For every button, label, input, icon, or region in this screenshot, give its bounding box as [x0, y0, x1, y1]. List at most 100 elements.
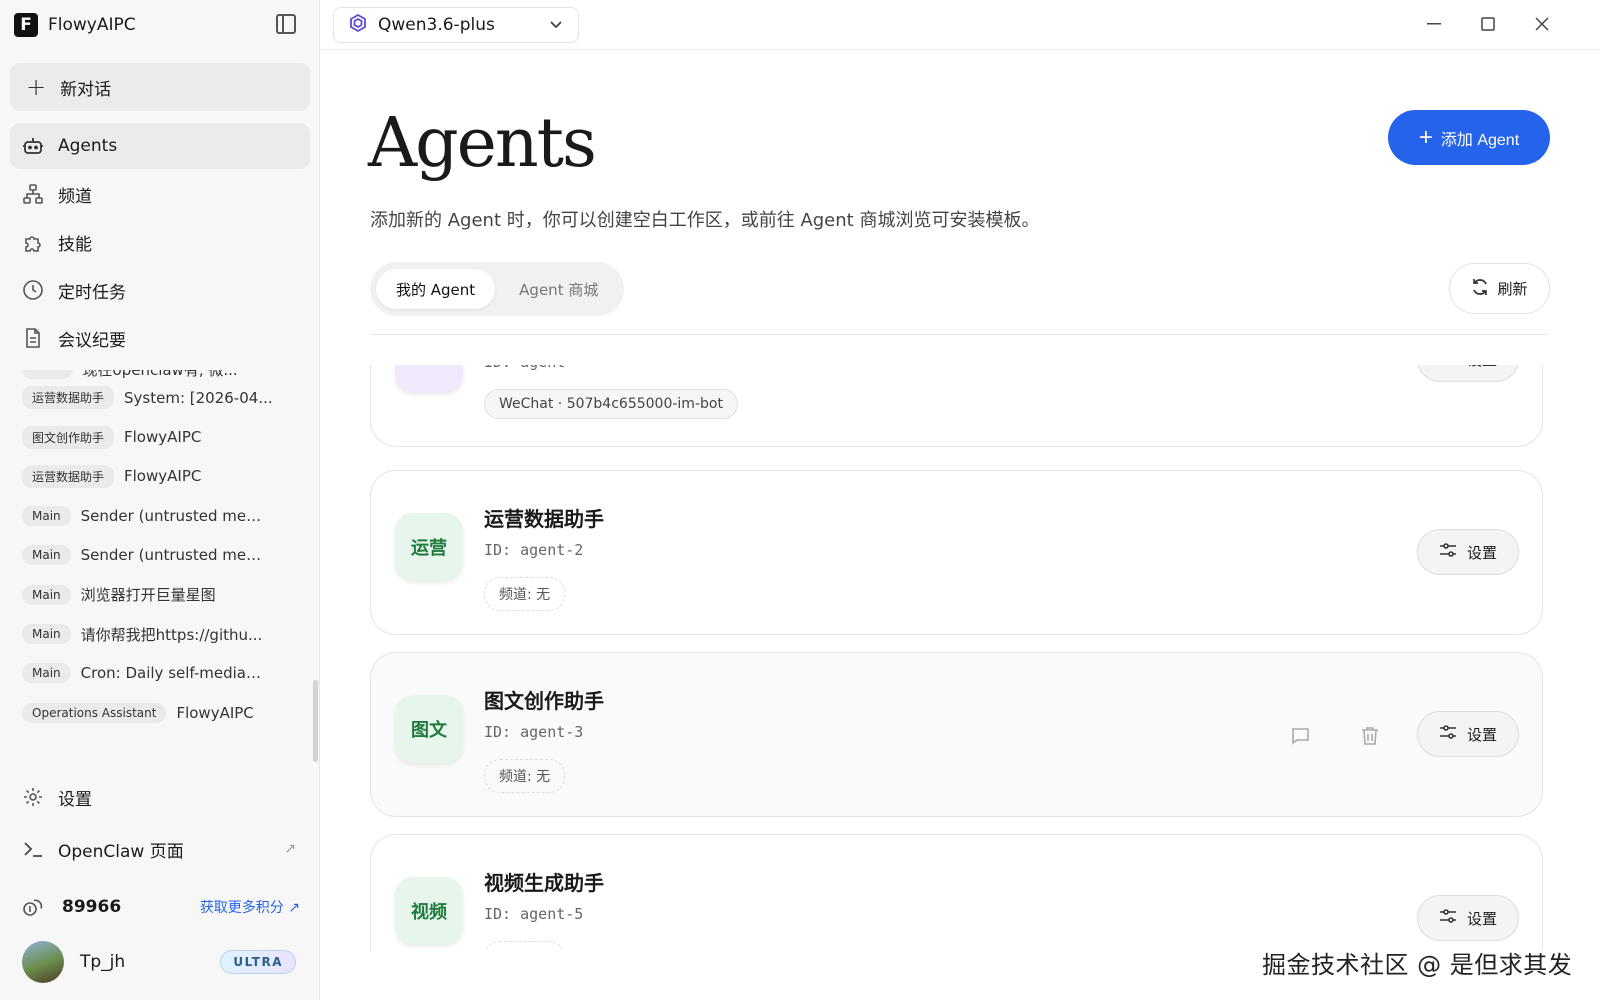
sidebar-item-agents[interactable]: Agents	[10, 123, 310, 169]
agent-tag: Main	[22, 584, 71, 605]
agent-list: ID: agent WeChat · 507b4c655000-im-bot 设…	[370, 365, 1550, 950]
chat-title: 请你帮我把https://githu...	[80, 625, 263, 644]
close-icon[interactable]	[1530, 12, 1554, 36]
agent-tag: 运营数据助手	[22, 464, 115, 488]
chat-icon[interactable]	[1289, 725, 1311, 747]
sidebar-item-label: Agents	[58, 136, 118, 156]
agent-id: ID: agent-3	[484, 723, 584, 741]
credits-balance: 89966	[62, 897, 122, 917]
app-name: FlowyAIPC	[48, 15, 136, 35]
agent-tag: 图文创作助手	[22, 425, 115, 449]
chat-title: 现在openclaw有, 微...	[83, 370, 238, 380]
list-item[interactable]: Main 浏览器打开巨量星图	[10, 575, 310, 614]
history-scrollbar[interactable]	[313, 680, 318, 762]
new-chat-label: 新对话	[60, 79, 112, 100]
avatar	[22, 941, 64, 983]
list-item[interactable]: 图文创作助手 FlowyAIPC	[10, 417, 310, 456]
list-item[interactable]: 运营数据助手 FlowyAIPC	[10, 457, 310, 496]
top-bar: Qwen3.6-plus	[320, 0, 1600, 50]
list-item[interactable]: 现在openclaw有, 微...	[10, 370, 310, 380]
plan-badge: ULTRA	[220, 950, 296, 974]
agent-settings-button[interactable]: 设置	[1417, 711, 1519, 757]
agent-avatar: 图文	[395, 695, 463, 763]
collapse-sidebar-icon[interactable]	[276, 14, 296, 34]
agent-settings-button[interactable]: 设置	[1417, 895, 1519, 941]
tab-my-agents[interactable]: 我的 Agent	[376, 269, 496, 309]
agent-card[interactable]: 视频 视频生成助手 ID: agent-5 设置	[370, 834, 1543, 950]
agent-card[interactable]: 运营 运营数据助手 ID: agent-2 频道: 无 设置	[370, 470, 1543, 635]
agent-id: ID: agent-5	[484, 905, 584, 923]
document-icon	[22, 327, 44, 349]
model-selector[interactable]: Qwen3.6-plus	[333, 7, 579, 43]
sidebar-item-openclaw[interactable]: OpenClaw 页面 ↗	[10, 824, 310, 874]
agent-tabs: 我的 Agent Agent 商城	[370, 262, 625, 316]
agent-tag: Main	[22, 663, 71, 684]
chat-title: FlowyAIPC	[124, 467, 202, 486]
chat-title: FlowyAIPC	[176, 703, 254, 722]
list-item[interactable]: Operations Assistant FlowyAIPC	[10, 693, 310, 732]
get-more-credits-link[interactable]: 获取更多积分 ↗	[200, 897, 300, 917]
agent-card[interactable]: 图文 图文创作助手 ID: agent-3 频道: 无 设置	[370, 652, 1543, 817]
agent-avatar: 视频	[395, 877, 463, 945]
trash-icon[interactable]	[1359, 725, 1381, 747]
sidebar-item-scheduled-tasks[interactable]: 定时任务	[10, 267, 310, 313]
plus-icon: +	[26, 73, 47, 101]
refresh-button[interactable]: 刷新	[1449, 263, 1550, 314]
sidebar-item-label: 定时任务	[58, 282, 126, 303]
sidebar-item-skills[interactable]: 技能	[10, 219, 310, 265]
page-title: Agents	[368, 104, 597, 183]
agent-name: 运营数据助手	[484, 507, 604, 531]
chat-title: Sender (untrusted meta...	[80, 506, 266, 525]
settings-label: 设置	[1467, 365, 1497, 370]
chat-title: Cron: Daily self-media d...	[80, 664, 266, 683]
add-agent-label: 添加 Agent	[1440, 131, 1520, 149]
sidebar-nav: Agents 频道 技能 定时任务 会议纪要	[10, 123, 310, 363]
list-item[interactable]: Main 请你帮我把https://githu...	[10, 614, 310, 653]
credits-row: 89966 获取更多积分 ↗	[22, 892, 310, 922]
agent-tag: 运营数据助手	[22, 386, 115, 410]
chat-title: 浏览器打开巨量星图	[80, 586, 216, 605]
agent-avatar	[395, 365, 463, 393]
chat-title: FlowyAIPC	[124, 428, 202, 447]
sliders-icon	[1439, 542, 1457, 562]
tab-agent-store[interactable]: Agent 商城	[499, 269, 618, 309]
settings-label: 设置	[1466, 909, 1497, 928]
list-item[interactable]: Main Sender (untrusted meta...	[10, 496, 310, 535]
sidebar-item-label: 设置	[58, 789, 92, 810]
sidebar-item-meeting-notes[interactable]: 会议纪要	[10, 315, 310, 361]
agent-settings-button[interactable]: 设置	[1417, 529, 1519, 575]
new-chat-button[interactable]: + 新对话	[10, 63, 310, 111]
agent-id: ID: agent	[484, 365, 565, 371]
user-profile[interactable]: Tp_jh ULTRA	[22, 940, 310, 984]
model-name: Qwen3.6-plus	[378, 15, 495, 35]
agent-tag: Operations Assistant	[22, 702, 167, 723]
puzzle-icon	[22, 231, 44, 253]
sidebar-item-label: 频道	[58, 186, 92, 207]
add-agent-button[interactable]: + 添加 Agent	[1388, 110, 1550, 165]
sidebar-item-label: 会议纪要	[58, 330, 126, 351]
chat-history-list: 现在openclaw有, 微... 运营数据助手 System: [2026-0…	[10, 370, 310, 750]
agent-tag: Main	[22, 545, 71, 566]
settings-label: 设置	[1466, 725, 1497, 744]
sidebar-item-settings[interactable]: 设置	[10, 772, 310, 822]
clock-icon	[22, 279, 44, 301]
sliders-icon	[1439, 908, 1457, 928]
sliders-icon	[1439, 365, 1457, 369]
list-item[interactable]: Main Sender (untrusted meta...	[10, 536, 310, 575]
minimize-icon[interactable]	[1422, 12, 1446, 36]
chat-title: System: [2026-04...	[124, 388, 273, 407]
agent-tag	[22, 370, 73, 379]
list-item[interactable]: Main Cron: Daily self-media d...	[10, 654, 310, 693]
agent-card[interactable]: ID: agent WeChat · 507b4c655000-im-bot 设…	[370, 365, 1543, 447]
chevron-down-icon	[550, 18, 562, 32]
agent-tag: Main	[22, 505, 71, 526]
agent-settings-button[interactable]: 设置	[1417, 365, 1519, 382]
gear-icon	[22, 786, 44, 808]
refresh-icon	[1471, 278, 1489, 300]
sidebar-item-channels[interactable]: 频道	[10, 171, 310, 217]
sidebar-item-label: 技能	[58, 234, 92, 255]
maximize-icon[interactable]	[1476, 12, 1500, 36]
list-item[interactable]: 运营数据助手 System: [2026-04...	[10, 378, 310, 417]
external-link-icon: ↗	[284, 841, 296, 857]
terminal-icon	[22, 838, 44, 860]
